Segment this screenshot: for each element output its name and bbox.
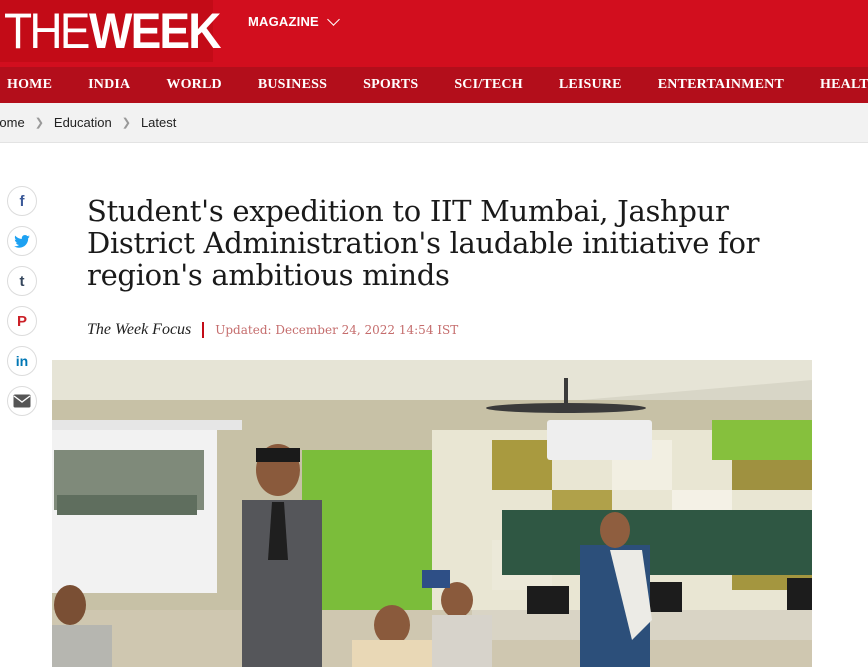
logo-week: WEEK [89,3,221,59]
nav-item-leisure[interactable]: LEISURE [541,77,640,93]
pinterest-icon[interactable]: P [7,306,37,336]
site-logo[interactable]: THE WEEK [0,0,221,62]
chevron-right-icon: ❯ [121,117,131,129]
mail-icon[interactable] [7,386,37,416]
main-nav: HOME INDIA WORLD BUSINESS SPORTS SCI/TEC… [0,67,868,103]
site-header: THE WEEK MAGAZINE [0,0,868,67]
breadcrumb-education[interactable]: Education [54,115,112,130]
nav-item-entertainment[interactable]: ENTERTAINMENT [640,77,802,93]
chevron-down-icon [327,12,340,26]
nav-item-scitech[interactable]: SCI/TECH [436,77,541,93]
share-rail: f t P in [7,186,37,416]
tumblr-icon[interactable]: t [7,266,37,296]
linkedin-icon[interactable]: in [7,346,37,376]
twitter-icon[interactable] [7,226,37,256]
magazine-menu-button[interactable]: MAGAZINE [248,12,340,29]
updated-timestamp: Updated: December 24, 2022 14:54 IST [215,323,459,337]
classroom-photo [52,360,812,667]
article-hero-image [52,360,812,667]
nav-item-sports[interactable]: SPORTS [345,77,436,93]
breadcrumb: Home ❯ Education ❯ Latest [0,103,868,143]
breadcrumb-latest[interactable]: Latest [141,115,176,130]
facebook-icon[interactable]: f [7,186,37,216]
nav-item-health[interactable]: HEALTH [802,77,868,93]
nav-item-world[interactable]: WORLD [148,77,239,93]
nav-item-home[interactable]: HOME [0,77,70,93]
page-title: Student's expedition to IIT Mumbai, Jash… [87,194,760,292]
nav-item-india[interactable]: INDIA [70,77,148,93]
author-name[interactable]: The Week Focus [87,321,191,339]
nav-item-business[interactable]: BUSINESS [240,77,345,93]
breadcrumb-home[interactable]: Home [0,115,25,130]
byline-divider [202,322,205,338]
logo-the: THE [4,3,90,59]
magazine-label: MAGAZINE [248,14,319,29]
chevron-right-icon: ❯ [34,117,44,129]
byline: The Week Focus Updated: December 24, 202… [87,321,458,339]
